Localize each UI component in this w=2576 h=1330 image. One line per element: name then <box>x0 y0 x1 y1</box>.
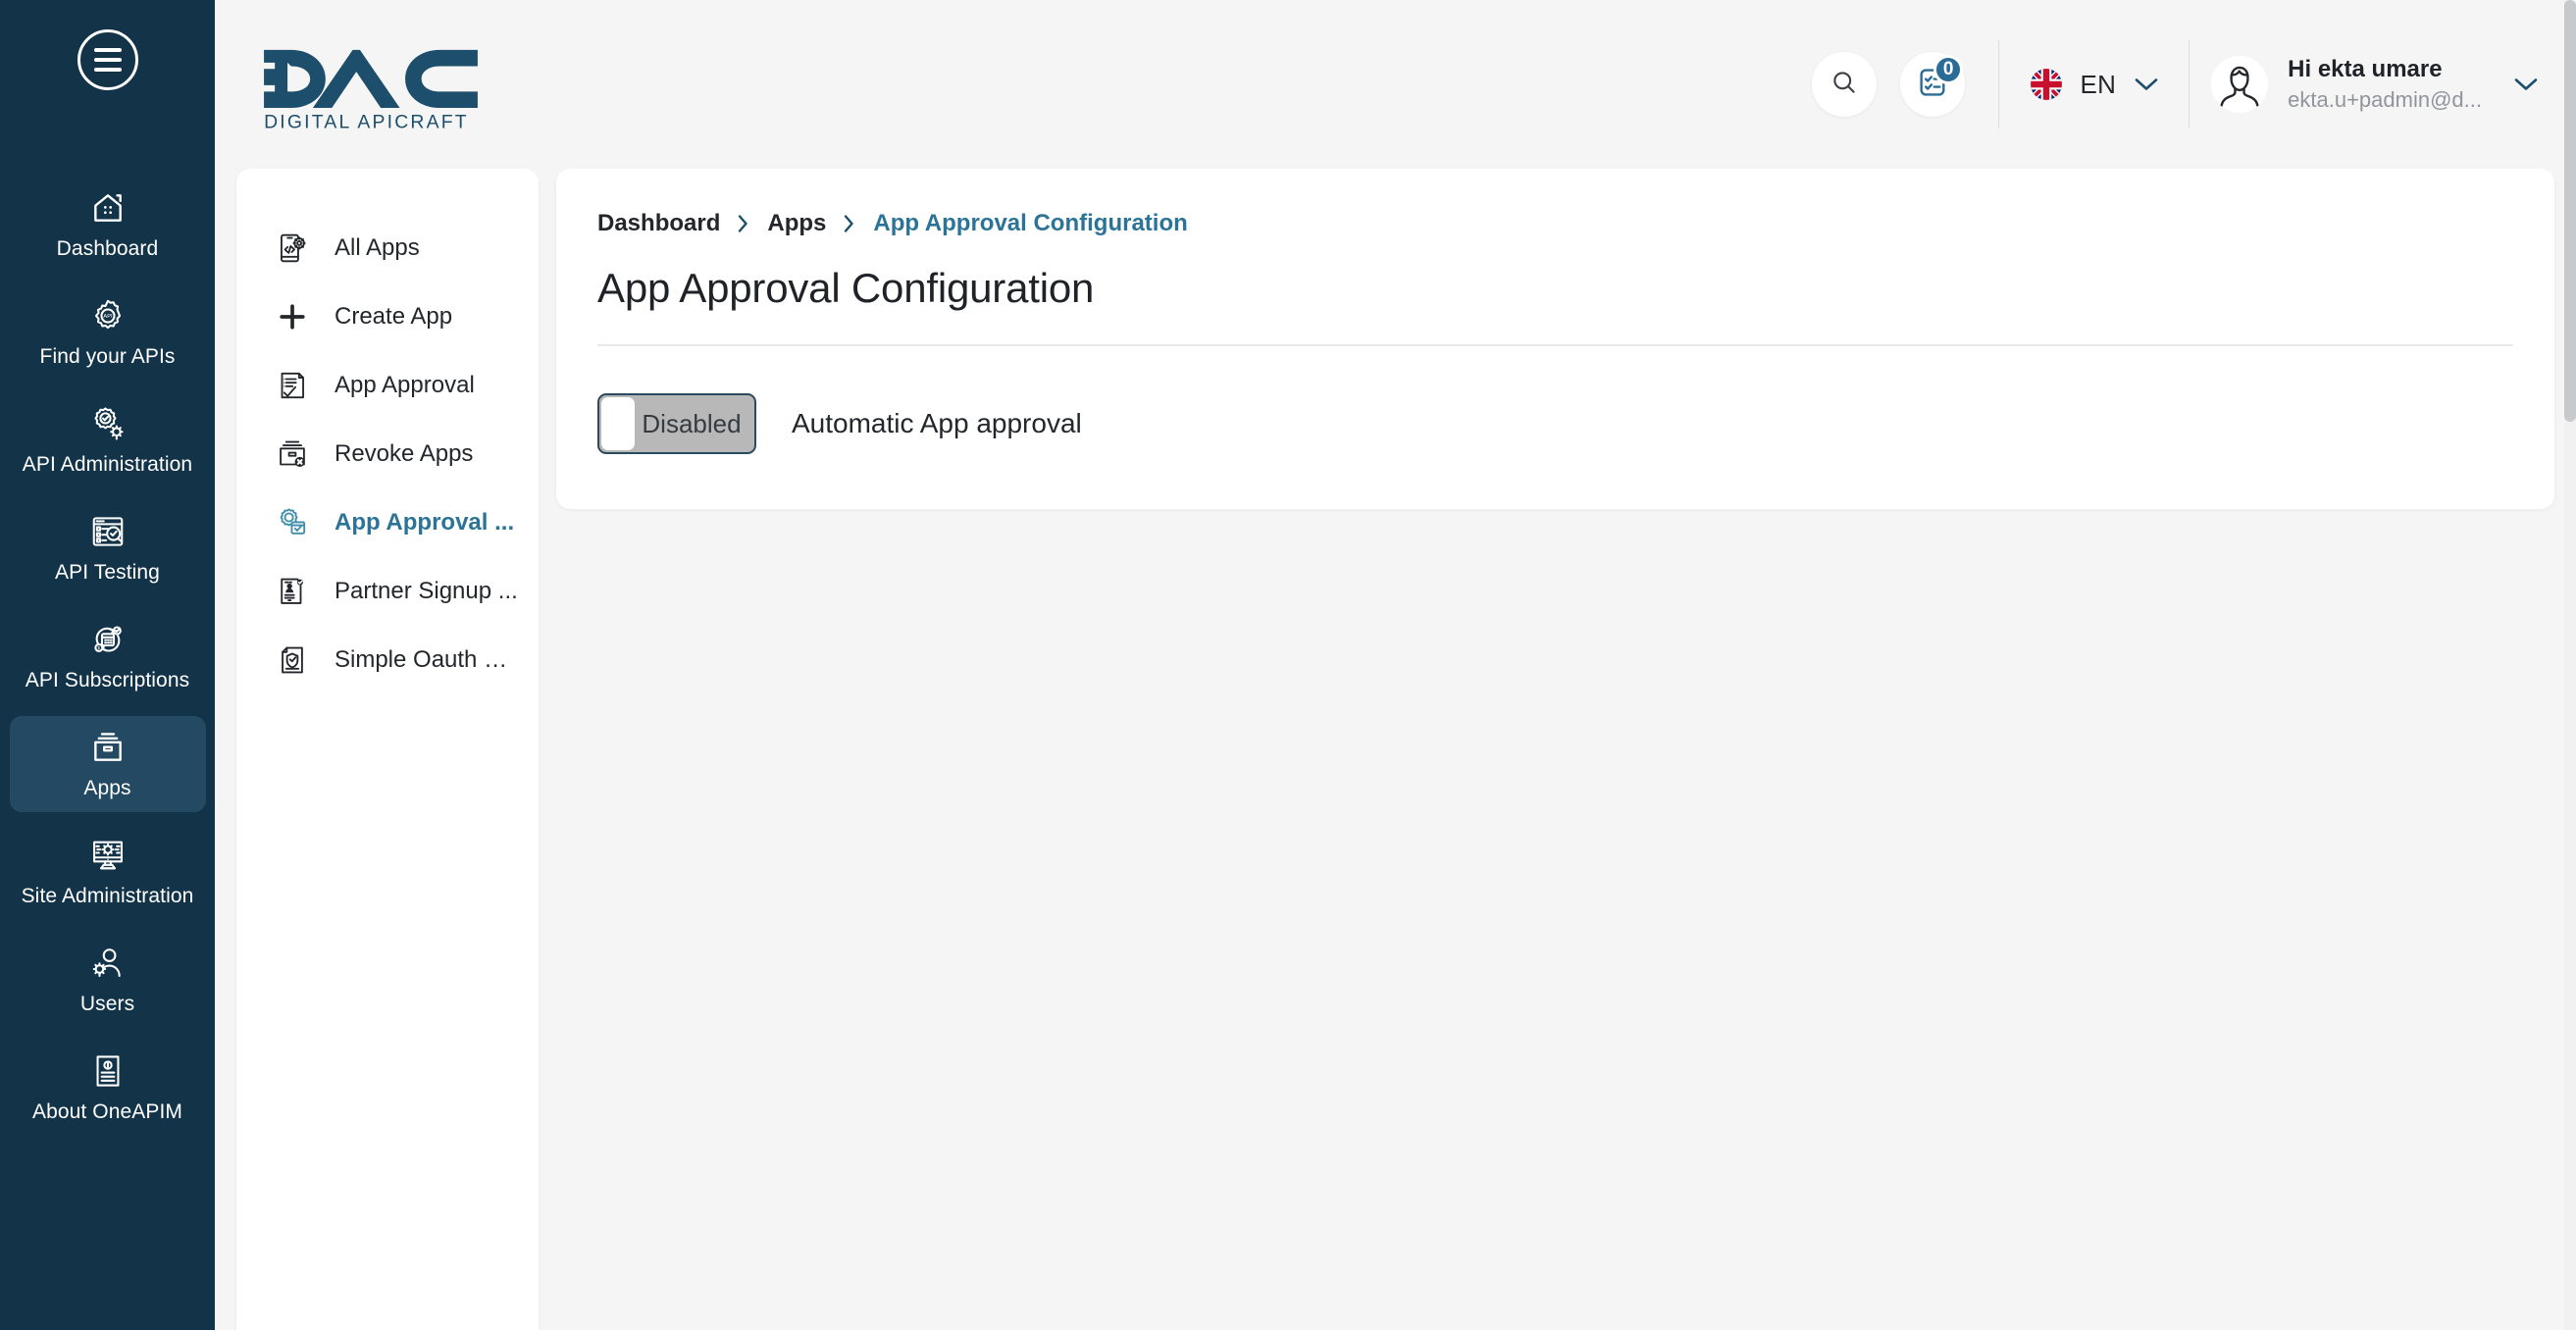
revoke-apps-icon <box>276 437 309 471</box>
hamburger-line <box>93 68 122 72</box>
hamburger-line <box>93 48 122 52</box>
tasks-button[interactable]: 0 <box>1900 52 1966 117</box>
automatic-app-approval-toggle[interactable]: Disabled <box>597 393 756 454</box>
toggle-knob <box>601 397 635 450</box>
svg-text:DIGITAL APICRAFT: DIGITAL APICRAFT <box>264 111 469 131</box>
main-content-card: Dashboard Apps App Approval Configuratio… <box>556 169 2554 509</box>
sidebar-item-api-administration[interactable]: API Administration <box>10 392 206 488</box>
subnav-item-revoke-apps[interactable]: Revoke Apps <box>236 420 539 488</box>
subnav-item-create-app[interactable]: Create App <box>236 282 539 351</box>
tasks-badge: 0 <box>1932 55 1964 84</box>
app-approval-config-icon <box>276 506 309 539</box>
api-subscriptions-icon: $ <box>88 620 128 659</box>
dac-logo[interactable]: DIGITAL APICRAFT <box>262 37 480 131</box>
app-root: Dashboard API Find your APIs API Adminis… <box>0 0 2576 1330</box>
subnav-item-simple-oauth-config[interactable]: Simple Oauth C... <box>236 626 539 694</box>
sidebar-item-find-your-apis[interactable]: API Find your APIs <box>10 284 206 381</box>
breadcrumb: Dashboard Apps App Approval Configuratio… <box>595 210 2515 237</box>
sidebar-item-apps[interactable]: Apps <box>9 716 206 812</box>
sidebar-item-site-administration[interactable]: Site Administration <box>10 824 206 920</box>
primary-sidebar: Dashboard API Find your APIs API Adminis… <box>0 0 215 1330</box>
subnav-item-partner-signup[interactable]: Partner Signup ... <box>236 557 539 626</box>
hamburger-menu-icon[interactable] <box>77 29 138 90</box>
uk-flag-icon <box>2031 69 2063 100</box>
setting-row-automatic-app-approval: Disabled Automatic App approval <box>595 393 2515 454</box>
svg-text:$: $ <box>97 645 100 651</box>
right-region: DIGITAL APICRAFT 0 EN Hi ekta umare ekta… <box>215 0 2576 1330</box>
sidebar-item-label: Dashboard <box>56 237 159 260</box>
chevron-down-icon <box>2134 77 2159 92</box>
api-gear-icon: API <box>88 296 128 335</box>
subnav-item-app-approval-configuration[interactable]: App Approval ... <box>236 488 539 557</box>
title-divider <box>597 344 2513 346</box>
search-button[interactable] <box>1812 52 1878 117</box>
top-header: DIGITAL APICRAFT 0 EN Hi ekta umare ekta… <box>215 0 2576 169</box>
user-avatar-icon <box>2211 56 2269 113</box>
subnav-item-label: Partner Signup ... <box>335 578 518 604</box>
sidebar-item-label: Users <box>79 993 135 1015</box>
page-title: App Approval Configuration <box>597 265 1095 311</box>
breadcrumb-item-apps[interactable]: Apps <box>767 210 826 237</box>
subnav-item-label: All Apps <box>335 234 420 261</box>
site-admin-monitor-icon <box>88 836 128 875</box>
sidebar-item-label: API Administration <box>22 453 193 476</box>
profile-text: Hi ekta umare ekta.u+padmin@d... <box>2288 56 2482 113</box>
subnav-item-all-apps[interactable]: All Apps <box>236 214 539 282</box>
dashboard-home-icon <box>88 188 128 228</box>
apps-box-icon <box>88 728 128 767</box>
profile-menu[interactable]: Hi ekta umare ekta.u+padmin@d... <box>2211 56 2539 113</box>
partner-signup-icon <box>276 575 309 608</box>
sidebar-item-api-testing[interactable]: API Testing <box>10 500 206 596</box>
sidebar-item-users[interactable]: Users <box>10 932 206 1028</box>
profile-email: ekta.u+padmin@d... <box>2288 87 2482 112</box>
about-document-icon <box>88 1051 128 1091</box>
chevron-right-icon <box>736 213 751 234</box>
chevron-right-icon <box>842 213 857 234</box>
api-testing-icon <box>88 512 128 551</box>
sidebar-item-label: About OneAPIM <box>31 1100 183 1123</box>
breadcrumb-item-dashboard[interactable]: Dashboard <box>597 210 720 237</box>
subnav-item-app-approval[interactable]: App Approval <box>236 351 539 420</box>
sidebar-item-about-oneapim[interactable]: About OneAPIM <box>10 1040 206 1136</box>
subnav-item-label: App Approval ... <box>335 509 515 536</box>
hamburger-line <box>93 58 122 62</box>
plus-icon <box>276 300 309 333</box>
subnav-item-label: Revoke Apps <box>335 440 474 467</box>
all-apps-icon <box>276 231 309 265</box>
sidebar-item-label: Site Administration <box>21 885 194 907</box>
scrollbar-thumb[interactable] <box>2564 0 2576 422</box>
apps-secondary-nav: All Apps Create App App Approval Revoke … <box>236 169 539 1330</box>
breadcrumb-item-current: App Approval Configuration <box>873 210 1188 236</box>
subnav-item-label: App Approval <box>335 372 475 398</box>
body-area: All Apps Create App App Approval Revoke … <box>215 169 2576 1330</box>
chevron-down-icon <box>2513 77 2539 92</box>
app-approval-doc-icon <box>276 369 309 402</box>
sidebar-item-label: API Subscriptions <box>25 669 190 691</box>
users-gear-icon <box>88 944 128 983</box>
page-scrollbar[interactable] <box>2564 0 2576 1330</box>
sidebar-item-label: Find your APIs <box>39 345 176 368</box>
sidebar-items: Dashboard API Find your APIs API Adminis… <box>0 177 215 1148</box>
svg-text:API: API <box>103 314 113 320</box>
subnav-item-label: Create App <box>335 303 453 330</box>
subnav-item-label: Simple Oauth C... <box>335 646 519 673</box>
simple-oauth-shield-icon <box>276 643 309 677</box>
language-selector[interactable]: EN <box>1998 40 2190 128</box>
profile-greeting: Hi ekta umare <box>2288 56 2443 82</box>
search-icon <box>1829 68 1859 102</box>
api-admin-gear-icon <box>88 404 128 443</box>
sidebar-item-api-subscriptions[interactable]: $ API Subscriptions <box>10 608 206 704</box>
sidebar-item-dashboard[interactable]: Dashboard <box>10 177 206 273</box>
setting-label: Automatic App approval <box>792 408 1082 438</box>
sidebar-item-label: Apps <box>83 777 131 799</box>
language-code: EN <box>2080 69 2117 99</box>
sidebar-item-label: API Testing <box>55 561 160 584</box>
